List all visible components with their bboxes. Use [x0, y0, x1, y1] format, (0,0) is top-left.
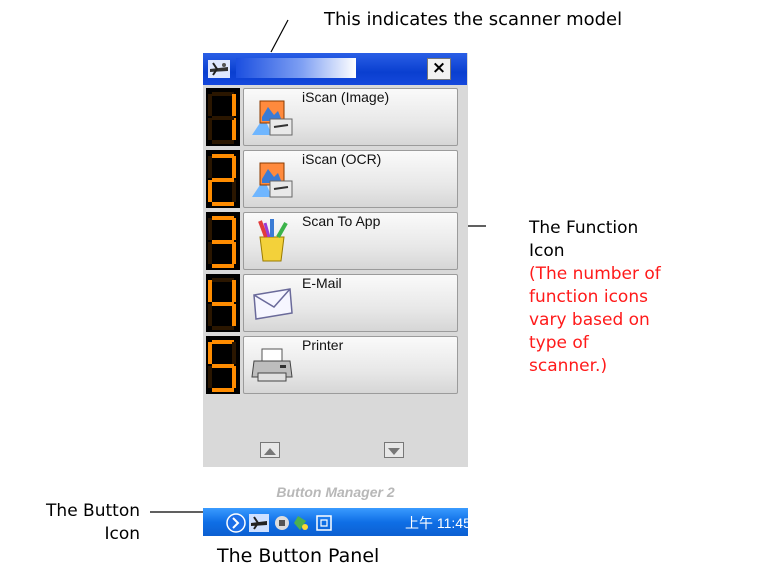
digit-segment [208, 342, 212, 364]
function-button-5[interactable]: Printer [243, 336, 458, 394]
function-icon-note-line: scanner.) [529, 356, 608, 376]
digit-4-glyph [208, 278, 236, 330]
digit-segment [232, 180, 236, 202]
digit-segment [232, 304, 236, 326]
close-button[interactable]: × [427, 58, 451, 80]
function-icon-note-line: (The number of [529, 264, 661, 284]
function-button-label: Printer [302, 337, 344, 353]
scroll-down-button[interactable] [384, 442, 404, 458]
digit-segment [212, 178, 234, 182]
button-manager-name: Button Manager 2 [276, 484, 395, 500]
scroll-up-button[interactable] [260, 442, 280, 458]
digit-segment [212, 154, 234, 158]
function-icon-annotation: The Function Icon (The number of functio… [529, 217, 661, 378]
digit-segment [232, 280, 236, 302]
digit-segment [208, 366, 212, 388]
digit-1-glyph [208, 92, 236, 144]
digit-segment [212, 302, 234, 306]
function-button-2[interactable]: iScan (OCR) [243, 150, 458, 208]
function-button-3[interactable]: Scan To App [243, 212, 458, 270]
triangle-up-icon [264, 448, 276, 455]
function-button-label: iScan (Image) [302, 89, 390, 105]
scanner-model-annotation: This indicates the scanner model [324, 9, 623, 30]
function-number-display [206, 274, 240, 332]
digit-segment [212, 202, 234, 206]
function-button-1[interactable]: iScan (Image) [243, 88, 458, 146]
triangle-down-icon [388, 448, 400, 455]
function-number-display [206, 336, 240, 394]
digit-segment [212, 326, 234, 330]
tray-clock: 上午 11:45 [405, 515, 471, 531]
function-icon-note-line: type of [529, 333, 589, 353]
digit-segment [212, 364, 234, 368]
function-number-display [206, 212, 240, 270]
function-icon-annotation-line: The Function [529, 218, 639, 238]
button-icon-annotation-line: Icon [104, 524, 140, 544]
digit-segment [212, 278, 234, 282]
function-icon-note-line: function icons [529, 287, 648, 307]
digit-segment [232, 366, 236, 388]
digit-segment [208, 156, 212, 178]
function-button-label: Scan To App [302, 213, 381, 229]
sound-tray-icon [275, 516, 289, 530]
button-manager-tray-icon [249, 514, 269, 532]
digit-segment [208, 94, 212, 116]
printer-icon [250, 343, 294, 387]
digit-segment [212, 340, 234, 344]
digit-segment [208, 304, 212, 326]
function-icon-note-line: vary based on [529, 310, 650, 330]
digit-segment [232, 94, 236, 116]
digit-2-glyph [208, 154, 236, 206]
function-button-label: E-Mail [302, 275, 342, 291]
digit-segment [212, 216, 234, 220]
function-number-display [206, 150, 240, 208]
scanner-app-icon [208, 60, 230, 78]
iscan-ocr-icon [250, 157, 294, 201]
digit-segment [212, 264, 234, 268]
digit-segment [232, 156, 236, 178]
function-button-4[interactable]: E-Mail [243, 274, 458, 332]
function-button-label: iScan (OCR) [302, 151, 382, 167]
button-icon-annotation: The Button Icon [8, 500, 140, 546]
digit-segment [212, 240, 234, 244]
digit-segment [212, 388, 234, 392]
digit-segment [208, 242, 212, 264]
network-tray-icon [294, 516, 308, 530]
digit-segment [212, 140, 234, 144]
digit-segment [232, 218, 236, 240]
digit-segment [212, 92, 234, 96]
function-number-display [206, 88, 240, 146]
language-tray-icon [316, 515, 332, 531]
digit-segment [208, 218, 212, 240]
digit-segment [208, 118, 212, 140]
digit-segment [232, 118, 236, 140]
digit-segment [232, 342, 236, 364]
tray-expand-icon [226, 513, 246, 533]
digit-5-glyph [208, 340, 236, 392]
digit-segment [232, 242, 236, 264]
digit-segment [208, 180, 212, 202]
digit-segment [208, 280, 212, 302]
iscan-image-icon [250, 95, 294, 139]
button-icon-annotation-line: The Button [46, 501, 140, 521]
function-icon-annotation-line: Icon [529, 241, 565, 261]
digit-3-glyph [208, 216, 236, 268]
tray-icons [226, 513, 332, 533]
email-icon [250, 281, 294, 325]
digit-segment [212, 116, 234, 120]
scan-to-app-icon [250, 219, 294, 263]
scanner-model-field [236, 58, 356, 78]
figure-caption: The Button Panel [217, 545, 380, 567]
